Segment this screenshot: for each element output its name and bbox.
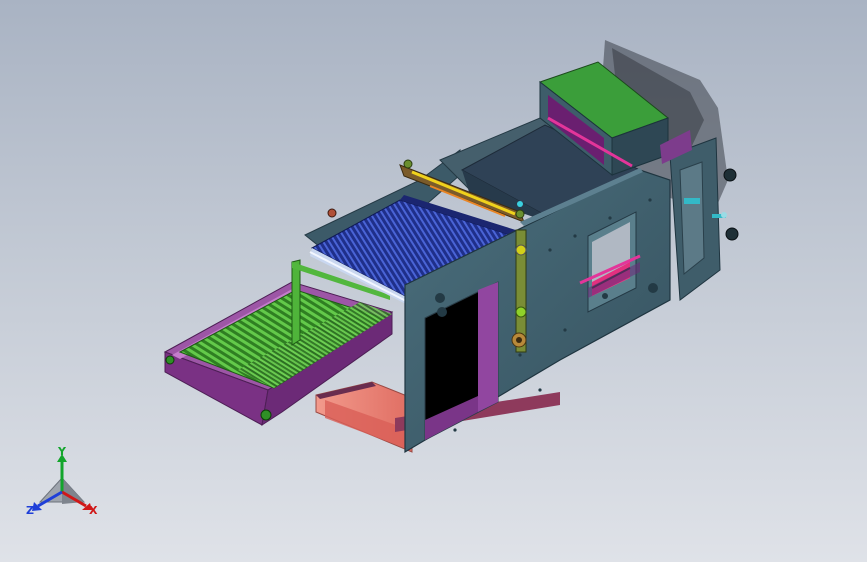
machine-3d-model[interactable]	[0, 0, 867, 562]
cad-viewport[interactable]: Y X Z	[0, 0, 867, 562]
z-axis-label: Z	[26, 504, 34, 517]
x-axis-label: X	[89, 504, 98, 517]
right-end-plate	[669, 137, 739, 301]
axis-triad: Y X Z	[22, 445, 106, 524]
y-axis-label: Y	[58, 445, 66, 458]
